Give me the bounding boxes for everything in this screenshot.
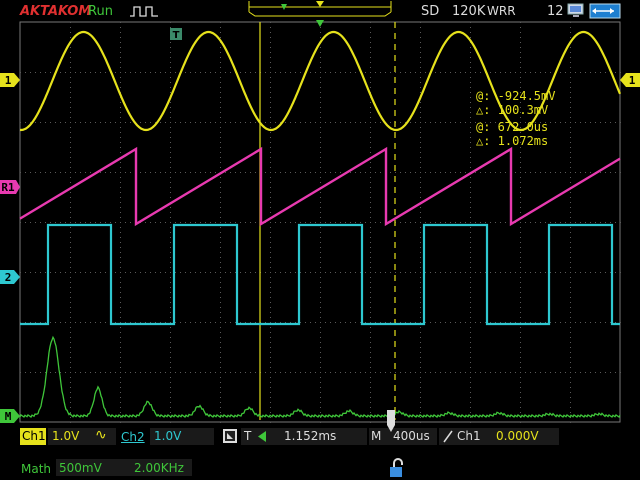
memory-position-bar[interactable] [245,0,395,18]
ch1-button[interactable]: Ch1 [20,428,46,445]
memory-depth: 120K [452,4,486,19]
ref1-offset-marker[interactable]: R1 [0,180,20,194]
battery-number: 12 [547,4,564,19]
usb-connection-icon [589,3,621,19]
trigger-delay-letter: T [244,429,252,443]
horizontal-position-marker[interactable] [385,410,397,434]
zoom-icon[interactable] [222,428,238,444]
cursor-t-at: @: 672.0us [476,120,549,134]
trigger-marker-letter: T [173,30,180,41]
ac-coupling-icon: ∿ [95,427,107,443]
math-marker-label: M [5,410,12,423]
ch2-marker-label: 2 [5,271,12,284]
cursor-t-delta: △: 1.072ms [476,134,549,148]
math-label[interactable]: Math [21,462,51,477]
timebase-value: 400us [393,429,430,443]
graticule [19,21,621,423]
trigger-source: Ch1 [457,429,481,443]
unlock-icon[interactable] [388,458,408,478]
acquire-type: WRR [487,4,516,18]
rising-edge-icon [443,430,453,443]
math-frequency: 2.00KHz [134,461,184,475]
ch2-scale-box[interactable]: 1.0V [150,428,214,445]
trigger-level-label: 1 [629,74,636,87]
cursor-v-at: @: -924.5mV [476,89,556,103]
trigger-delay-value: 1.152ms [284,429,337,443]
trigger-level-marker[interactable]: 1 [620,73,640,87]
trigger-delay-box[interactable]: T 1.152ms [241,428,367,445]
cursor-v-delta: △: 100.3mV [476,103,549,117]
ref1-marker-label: R1 [1,181,15,194]
trigger-settings-box[interactable]: Ch1 0.000V [439,428,559,445]
trigger-position-marker[interactable]: T [170,28,182,41]
math-offset-marker[interactable]: M [0,409,20,423]
ch2-offset-marker[interactable]: 2 [0,270,20,284]
ch1-offset-marker[interactable]: 1 [0,73,20,87]
triangle-left-icon [258,431,266,442]
ch2-button-label[interactable]: Ch2 [121,430,145,445]
acquire-mode: SD [421,4,440,19]
scope-screen: T 1 R1 2 M 1 [0,20,640,423]
math-settings-box[interactable]: 500mV 2.00KHz [56,459,192,476]
math-scale: 500mV [59,461,102,475]
timebase-letter: M [371,429,382,443]
timebase-box[interactable]: M 400us [369,428,437,445]
ch2-square-waveform [20,223,620,326]
brand-logo: AKTAKOM [20,4,92,19]
monitor-icon [567,3,584,17]
ch1-marker-label: 1 [5,74,12,87]
trigger-point-arrow [316,20,324,27]
run-status[interactable]: Run [88,4,113,19]
trigger-level-value: 0.000V [496,429,539,443]
ch2-scale: 1.0V [154,429,182,443]
trigger-edge-icon [130,6,158,17]
ch1-button-label: Ch1 [22,429,46,443]
ch1-scale: 1.0V [52,429,80,443]
ch1-scale-box[interactable]: 1.0V ∿ [48,428,116,445]
